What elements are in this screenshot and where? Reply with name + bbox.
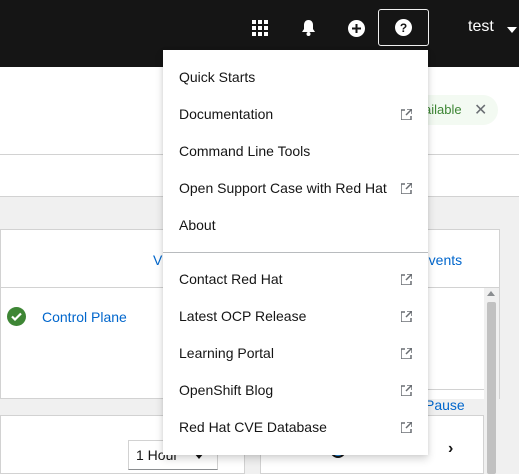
chevron-right-icon[interactable]: › [448, 440, 453, 458]
add-button[interactable] [339, 10, 373, 46]
menu-item-label: Latest OCP Release [179, 308, 307, 324]
menu-item-label: Command Line Tools [179, 143, 311, 159]
external-link-icon [401, 348, 412, 359]
pause-button[interactable]: Pause [425, 397, 465, 413]
menu-item-documentation[interactable]: Documentation [163, 96, 428, 133]
svg-text:?: ? [400, 21, 407, 35]
menu-item-red-hat-cve-database[interactable]: Red Hat CVE Database [163, 409, 428, 446]
status-badge-text: ailable [424, 102, 462, 117]
bell-icon [301, 20, 315, 36]
view-link[interactable]: V [153, 252, 162, 268]
external-link-icon [401, 183, 412, 194]
plus-circle-icon [347, 19, 365, 37]
grid-icon [252, 20, 268, 36]
menu-item-label: About [179, 217, 216, 233]
menu-divider [163, 252, 428, 253]
external-link-icon [401, 422, 412, 433]
menu-item-latest-ocp-release[interactable]: Latest OCP Release [163, 298, 428, 335]
help-menu: Quick Starts Documentation Command Line … [163, 50, 428, 455]
menu-item-label: Quick Starts [179, 69, 256, 85]
question-circle-icon: ? [395, 19, 412, 36]
menu-item-command-line-tools[interactable]: Command Line Tools [163, 133, 428, 170]
scrollbar-thumb[interactable] [487, 302, 496, 474]
menu-item-open-support-case[interactable]: Open Support Case with Red Hat [163, 170, 428, 207]
external-link-icon [401, 311, 412, 322]
menu-item-label: OpenShift Blog [179, 382, 274, 398]
menu-item-label: Documentation [179, 106, 274, 122]
notifications-button[interactable] [291, 10, 325, 46]
check-circle-icon [7, 307, 26, 326]
menu-item-label: Learning Portal [179, 345, 274, 361]
menu-item-quick-starts[interactable]: Quick Starts [163, 59, 428, 96]
user-menu-toggle[interactable]: test [468, 18, 494, 36]
help-menu-toggle[interactable]: ? [378, 9, 429, 46]
menu-item-contact-red-hat[interactable]: Contact Red Hat [163, 261, 428, 298]
close-icon[interactable]: ✕ [474, 100, 487, 120]
menu-item-learning-portal[interactable]: Learning Portal [163, 335, 428, 372]
control-plane-link[interactable]: Control Plane [42, 309, 127, 325]
menu-item-openshift-blog[interactable]: OpenShift Blog [163, 372, 428, 409]
scroll-up-icon[interactable] [487, 291, 495, 296]
external-link-icon [401, 385, 412, 396]
external-link-icon [401, 109, 412, 120]
menu-item-about[interactable]: About [163, 207, 428, 244]
external-link-icon [401, 274, 412, 285]
menu-item-label: Contact Red Hat [179, 271, 283, 287]
menu-item-label: Red Hat CVE Database [179, 419, 327, 435]
menu-item-label: Open Support Case with Red Hat [179, 180, 387, 196]
apps-launcher-button[interactable] [243, 10, 277, 46]
caret-down-icon [507, 27, 517, 33]
